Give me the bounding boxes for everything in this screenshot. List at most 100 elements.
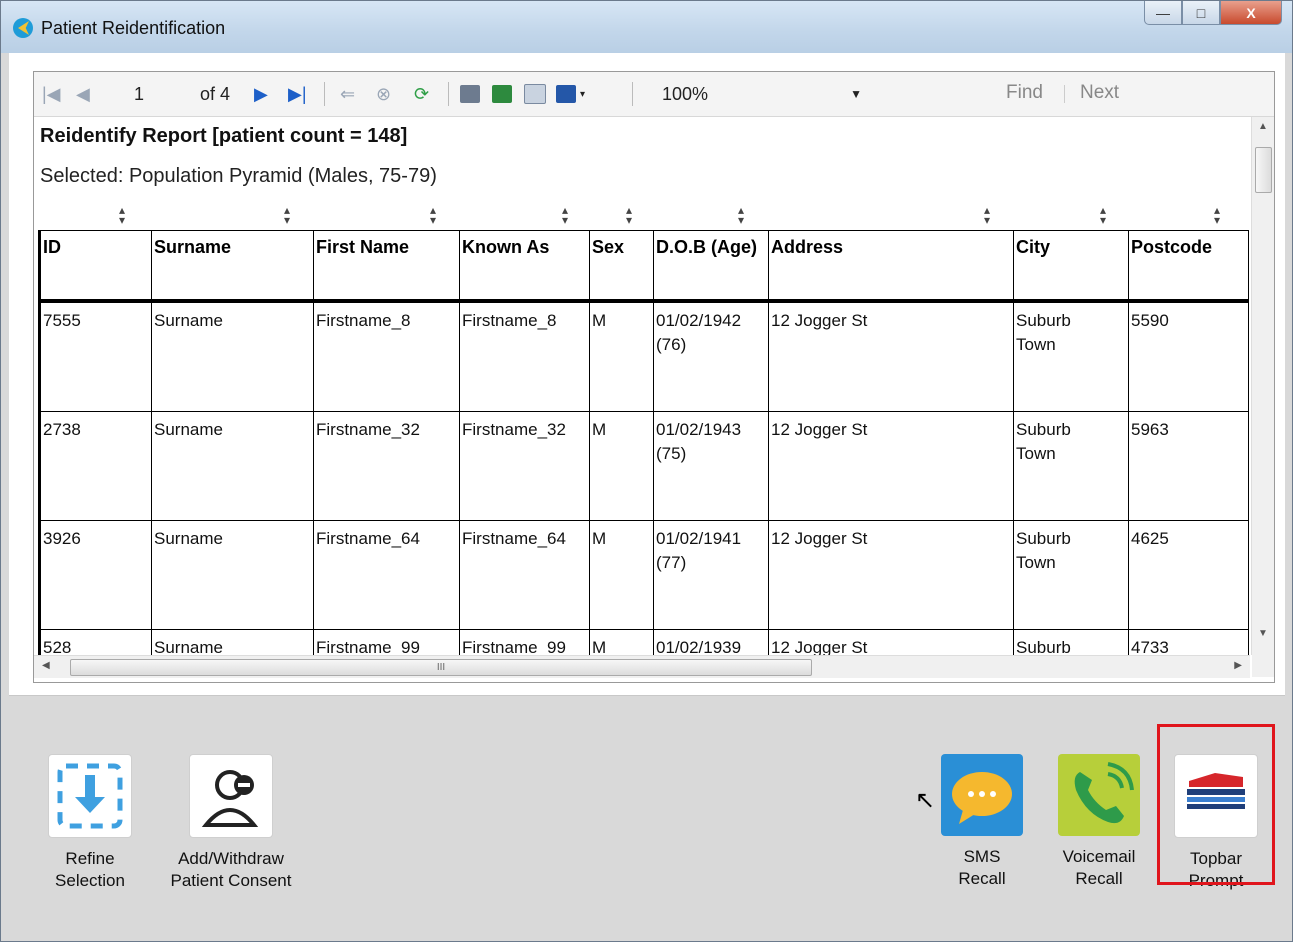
minimize-button[interactable]: — [1144, 1, 1182, 25]
sort-icon[interactable]: ▴ ▾ [119, 204, 125, 226]
toolbar-divider [632, 82, 633, 106]
first-page-icon[interactable]: |◀ [42, 82, 61, 106]
window-title: Patient Reidentification [41, 18, 226, 38]
sort-icon[interactable]: ▴ ▾ [284, 204, 290, 226]
label-line: Recall [958, 869, 1006, 888]
horizontal-scrollbar[interactable]: ◀ III ▶ [34, 655, 1250, 678]
print-layout-icon[interactable] [492, 82, 512, 106]
report-toolbar: |◀ ◀ of 4 ▶ ▶| ⇐ ⊗ ⟳ ▾ 100% ▼ [34, 72, 1274, 117]
first-name-cell: Firstname_99 [313, 629, 460, 655]
column-header[interactable]: First Name [313, 230, 460, 303]
id-cell: 2738 [38, 411, 152, 521]
find-link[interactable]: Find [1006, 82, 1043, 104]
vertical-scrollbar[interactable]: ▲ ▼ [1251, 117, 1274, 655]
dob-date: 01/02/1939 [656, 638, 742, 655]
sex-cell: M [589, 520, 654, 630]
column-header[interactable]: ID [38, 230, 152, 303]
scroll-right-icon[interactable]: ▶ [1234, 660, 1242, 671]
last-page-icon[interactable]: ▶| [288, 82, 307, 106]
back-icon[interactable]: ⇐ [340, 82, 355, 106]
dob-age: (75) [656, 444, 687, 463]
next-page-icon[interactable]: ▶ [254, 82, 268, 106]
column-header[interactable]: Surname [151, 230, 314, 303]
column-header[interactable]: Address [768, 230, 1014, 303]
sort-icon[interactable]: ▴ ▾ [1100, 204, 1106, 226]
voicemail-recall-icon [1058, 754, 1140, 836]
column-header[interactable]: Known As [459, 230, 590, 303]
surname-cell: Surname [151, 629, 314, 655]
column-header[interactable]: D.O.B (Age) [653, 230, 769, 303]
first-name-cell: Firstname_8 [313, 300, 460, 412]
table-row: 7555 Surname Firstname_8 Firstname_8 M 0… [38, 300, 1249, 412]
vertical-scroll-thumb[interactable] [1255, 147, 1272, 193]
print-icon[interactable] [460, 82, 480, 106]
previous-page-icon[interactable]: ◀ [76, 82, 90, 106]
city-line: Town [1016, 444, 1056, 463]
sort-icon[interactable]: ▴ ▾ [562, 204, 568, 226]
label-line: SMS [963, 847, 1001, 866]
label-line: Refine [65, 849, 115, 868]
table-header-row: ID Surname First Name Known As Sex D.O.B… [38, 230, 1249, 303]
surname-cell: Surname [151, 411, 314, 521]
sort-icon[interactable]: ▴ ▾ [738, 204, 744, 226]
next-link[interactable]: Next [1080, 82, 1119, 104]
dob-age: (76) [656, 335, 687, 354]
export-icon[interactable] [556, 82, 576, 106]
label-line: Selection [55, 871, 125, 890]
maximize-button[interactable]: □ [1182, 1, 1220, 25]
city-line: Town [1016, 553, 1056, 572]
stop-icon[interactable]: ⊗ [376, 82, 391, 106]
report-viewer: |◀ ◀ of 4 ▶ ▶| ⇐ ⊗ ⟳ ▾ 100% ▼ [33, 71, 1275, 683]
id-cell: 7555 [38, 300, 152, 412]
sex-cell: M [589, 629, 654, 655]
address-cell: 12 Jogger St [768, 629, 1014, 655]
postcode-cell: 5963 [1128, 411, 1249, 521]
surname-cell: Surname [151, 520, 314, 630]
zoom-select[interactable]: 100% ▼ [662, 82, 862, 106]
label-line: Recall [1075, 869, 1123, 888]
city-cell: Suburb Town [1013, 300, 1129, 412]
voicemail-recall-button[interactable]: Voicemail Recall [1034, 754, 1164, 890]
label-line: Patient Consent [170, 871, 292, 890]
app-logo-icon [13, 18, 33, 38]
table-row: 528 Surname Firstname_99 Firstname_99 M … [38, 629, 1249, 655]
city-line: Suburb [1016, 311, 1071, 330]
column-header[interactable]: Sex [589, 230, 654, 303]
sort-icon[interactable]: ▴ ▾ [984, 204, 990, 226]
postcode-cell: 4625 [1128, 520, 1249, 630]
export-dropdown-icon[interactable]: ▾ [580, 82, 585, 106]
sort-icon[interactable]: ▴ ▾ [626, 204, 632, 226]
address-cell: 12 Jogger St [768, 411, 1014, 521]
page-setup-icon[interactable] [524, 82, 546, 106]
column-header[interactable]: City [1013, 230, 1129, 303]
label-line: Voicemail [1062, 847, 1136, 866]
sort-icon[interactable]: ▴ ▾ [430, 204, 436, 226]
scroll-left-icon[interactable]: ◀ [42, 660, 50, 671]
table-row: 3926 Surname Firstname_64 Firstname_64 M… [38, 520, 1249, 630]
scrollbar-corner [1252, 655, 1274, 677]
city-line: Town [1016, 335, 1056, 354]
current-page-input[interactable] [132, 80, 186, 108]
address-cell: 12 Jogger St [768, 300, 1014, 412]
refine-selection-label: Refine Selection [25, 848, 155, 892]
patient-consent-button[interactable]: Add/Withdraw Patient Consent [166, 754, 296, 892]
sort-controls: ▴ ▾ ▴ ▾ ▴ ▾ ▴ ▾ ▴ ▾ ▴ ▾ ▴ ▾ ▴ ▾ ▴ ▾ [34, 204, 1250, 226]
horizontal-scroll-thumb[interactable]: III [70, 659, 812, 676]
refine-selection-button[interactable]: Refine Selection [25, 754, 155, 892]
dob-age: (77) [656, 553, 687, 572]
sms-recall-button[interactable]: SMS Recall [917, 754, 1047, 890]
sort-icon[interactable]: ▴ ▾ [1214, 204, 1220, 226]
refresh-icon[interactable]: ⟳ [414, 82, 429, 106]
voicemail-recall-label: Voicemail Recall [1034, 846, 1164, 890]
close-button[interactable]: X [1220, 1, 1282, 25]
scroll-down-icon[interactable]: ▼ [1252, 628, 1274, 639]
scroll-up-icon[interactable]: ▲ [1252, 121, 1274, 132]
window-content: |◀ ◀ of 4 ▶ ▶| ⇐ ⊗ ⟳ ▾ 100% ▼ [9, 53, 1285, 936]
sms-recall-icon [941, 754, 1023, 836]
sms-recall-label: SMS Recall [917, 846, 1047, 890]
zoom-value: 100% [662, 83, 709, 104]
known-as-cell: Firstname_64 [459, 520, 590, 630]
patient-reidentification-window: Patient Reidentification — □ X |◀ ◀ of 4… [0, 0, 1293, 942]
zoom-dropdown-icon[interactable]: ▼ [850, 87, 862, 101]
column-header[interactable]: Postcode [1128, 230, 1249, 303]
